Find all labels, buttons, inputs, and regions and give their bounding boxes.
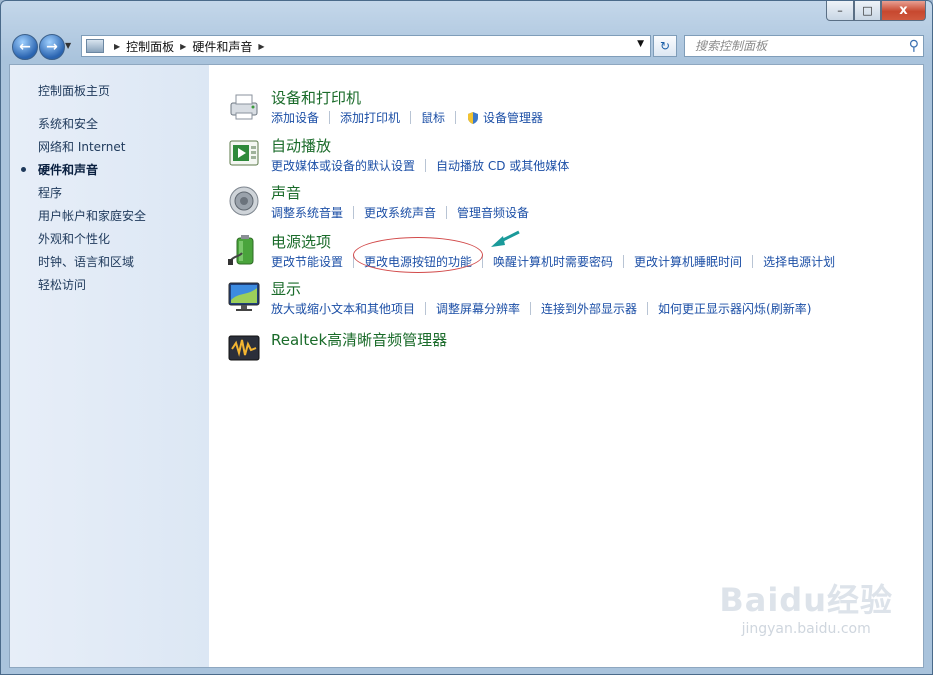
sidebar-item-home[interactable]: 控制面板主页 — [38, 82, 110, 99]
link-manage-audio[interactable]: 管理音频设备 — [457, 204, 529, 221]
link-divider — [647, 302, 649, 315]
highlight-ellipse — [353, 237, 483, 273]
sidebar: 控制面板主页 系统和安全 网络和 Internet 硬件和声音 程序 用户帐户和… — [10, 65, 209, 667]
link-divider — [455, 111, 457, 124]
audio-manager-icon — [228, 335, 260, 361]
link-change-sounds[interactable]: 更改系统声音 — [364, 204, 436, 221]
sidebar-item-appearance[interactable]: 外观和个性化 — [38, 230, 110, 247]
maximize-button[interactable]: □ — [854, 1, 881, 21]
printer-icon — [230, 94, 258, 120]
window-controls: – □ x — [826, 1, 926, 21]
link-divider — [410, 111, 412, 124]
category-title[interactable]: 显示 — [271, 278, 301, 299]
category-links: 放大或缩小文本和其他项目 调整屏幕分辨率 连接到外部显示器 如何更正显示器闪烁(… — [271, 300, 811, 317]
sidebar-item-ease-of-access[interactable]: 轻松访问 — [38, 276, 86, 293]
link-divider — [425, 302, 427, 315]
chevron-right-icon[interactable]: ▶ — [180, 42, 186, 51]
sidebar-item-system-security[interactable]: 系统和安全 — [38, 115, 98, 132]
address-bar[interactable]: ▶ 控制面板 ▶ 硬件和声音 ▶ ▼ — [81, 35, 651, 57]
link-external-display[interactable]: 连接到外部显示器 — [541, 300, 637, 317]
link-autoplay-cd[interactable]: 自动播放 CD 或其他媒体 — [436, 157, 569, 174]
refresh-button[interactable]: ↻ — [653, 35, 677, 57]
link-divider — [530, 302, 532, 315]
sidebar-item-network[interactable]: 网络和 Internet — [38, 138, 125, 155]
autoplay-icon — [229, 140, 259, 166]
watermark-url: jingyan.baidu.com — [741, 621, 871, 637]
category-title[interactable]: 设备和打印机 — [271, 87, 361, 108]
category-title[interactable]: 声音 — [271, 182, 301, 203]
sidebar-item-user-accounts[interactable]: 用户帐户和家庭安全 — [38, 207, 146, 224]
forward-button[interactable]: → — [39, 34, 65, 60]
link-divider — [446, 206, 448, 219]
category-links: 调整系统音量 更改系统声音 管理音频设备 — [271, 204, 529, 221]
content-pane: 控制面板主页 系统和安全 网络和 Internet 硬件和声音 程序 用户帐户和… — [9, 64, 924, 668]
sidebar-item-clock-region[interactable]: 时钟、语言和区域 — [38, 253, 134, 270]
link-change-power-saving[interactable]: 更改节能设置 — [271, 253, 343, 270]
watermark: Baidu经验 jingyan.baidu.com — [719, 575, 893, 637]
breadcrumb-control-panel[interactable]: 控制面板 — [126, 38, 174, 55]
battery-icon — [228, 235, 254, 265]
chevron-right-icon[interactable]: ▶ — [258, 42, 264, 51]
shield-icon — [468, 111, 479, 124]
link-screen-resolution[interactable]: 调整屏幕分辨率 — [436, 300, 520, 317]
back-arrow-icon: ← — [19, 39, 31, 55]
category-title[interactable]: 电源选项 — [271, 231, 331, 252]
chevron-right-icon[interactable]: ▶ — [114, 42, 120, 51]
link-divider — [752, 255, 754, 268]
minimize-button[interactable]: – — [826, 1, 854, 21]
control-panel-icon — [86, 39, 104, 53]
active-bullet-icon — [21, 167, 26, 172]
search-box[interactable]: ⚲ — [684, 35, 924, 57]
back-button[interactable]: ← — [12, 34, 38, 60]
link-add-device[interactable]: 添加设备 — [271, 109, 319, 126]
category-title[interactable]: 自动播放 — [271, 135, 331, 156]
search-icon[interactable]: ⚲ — [909, 38, 919, 54]
sidebar-item-hardware-sound[interactable]: 硬件和声音 — [38, 161, 98, 178]
navigation-bar: ← → ▼ ▶ 控制面板 ▶ 硬件和声音 ▶ ▼ ↻ ⚲ — [1, 31, 932, 61]
link-divider — [425, 159, 427, 172]
link-divider — [623, 255, 625, 268]
link-divider — [329, 111, 331, 124]
address-dropdown-icon[interactable]: ▼ — [637, 39, 644, 49]
category-title[interactable]: Realtek高清晰音频管理器 — [271, 329, 447, 350]
link-choose-power-plan[interactable]: 选择电源计划 — [763, 253, 835, 270]
link-device-manager[interactable]: 设备管理器 — [483, 109, 543, 126]
recent-pages-dropdown[interactable]: ▼ — [65, 41, 71, 50]
link-change-media-defaults[interactable]: 更改媒体或设备的默认设置 — [271, 157, 415, 174]
link-divider — [353, 206, 355, 219]
link-mouse[interactable]: 鼠标 — [421, 109, 445, 126]
link-add-printer[interactable]: 添加打印机 — [340, 109, 400, 126]
breadcrumb-hardware-sound[interactable]: 硬件和声音 — [192, 38, 252, 55]
link-require-password-wake[interactable]: 唤醒计算机时需要密码 — [493, 253, 613, 270]
category-links: 添加设备 添加打印机 鼠标 设备管理器 — [271, 109, 543, 126]
link-adjust-volume[interactable]: 调整系统音量 — [271, 204, 343, 221]
category-links: 更改媒体或设备的默认设置 自动播放 CD 或其他媒体 — [271, 157, 569, 174]
control-panel-window: – □ x ← → ▼ ▶ 控制面板 ▶ 硬件和声音 ▶ ▼ ↻ ⚲ 控制面板主… — [0, 0, 933, 675]
monitor-icon — [228, 282, 260, 311]
link-fix-flicker[interactable]: 如何更正显示器闪烁(刷新率) — [658, 300, 811, 317]
link-change-sleep-time[interactable]: 更改计算机睡眠时间 — [634, 253, 742, 270]
forward-arrow-icon: → — [46, 39, 58, 55]
speaker-icon — [229, 186, 259, 216]
link-zoom-text[interactable]: 放大或缩小文本和其他项目 — [271, 300, 415, 317]
refresh-icon: ↻ — [659, 39, 671, 53]
sidebar-item-programs[interactable]: 程序 — [38, 184, 62, 201]
close-button[interactable]: x — [881, 1, 926, 21]
search-input[interactable] — [693, 38, 907, 54]
watermark-logo: Baidu经验 — [719, 581, 893, 619]
main-panel: 设备和打印机 添加设备 添加打印机 鼠标 设备管理器 自动播放 更改媒体或设备的… — [209, 65, 923, 667]
annotation-arrow-icon — [491, 230, 520, 247]
